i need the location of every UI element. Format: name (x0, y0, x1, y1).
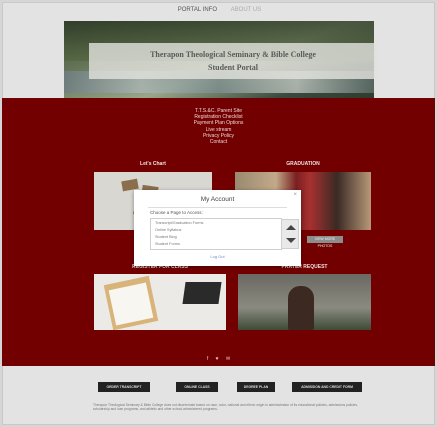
top-navigation: PORTAL INFO ABOUT US (3, 7, 436, 13)
hero-title-box: Therapon Theological Seminary & Bible Co… (89, 43, 377, 79)
option-student-blog[interactable]: Student Blog (155, 235, 177, 239)
close-icon[interactable]: × (293, 192, 297, 198)
link-contact[interactable]: Contact (2, 139, 435, 145)
option-syllabus[interactable]: Online Syllabus (155, 228, 181, 232)
hero-title-line2: Student Portal (208, 63, 258, 72)
prayer-photo[interactable] (238, 274, 371, 330)
clipboard-paper (108, 282, 154, 326)
footer-buttons: ORDER TRANSCRIPT ONLINE CLASS DEGREE PLA… (0, 382, 437, 392)
list-scrollbar[interactable] (281, 219, 299, 249)
view-more-photos-button[interactable]: VIEW MORE PHOTOS (307, 236, 343, 248)
order-transcript-button[interactable]: ORDER TRANSCRIPT (98, 382, 150, 392)
footer-disclaimer: Therapon Theological Seminary & Bible Co… (93, 403, 358, 412)
option-student-forms[interactable]: Student Forms (155, 242, 180, 246)
register-photo[interactable] (94, 274, 226, 330)
laptop (182, 282, 222, 304)
praying-hands (288, 286, 314, 330)
scroll-up-icon[interactable] (286, 225, 296, 230)
scroll-down-icon[interactable] (286, 238, 296, 243)
hero-title-line1: Therapon Theological Seminary & Bible Co… (150, 50, 316, 59)
admission-credit-form-button[interactable]: ADMISSION AND CREDIT FORM (292, 382, 362, 392)
label-chart[interactable]: Let's Chart (94, 161, 212, 167)
modal-divider (148, 207, 287, 208)
heart-icon[interactable]: ♥ (216, 356, 219, 362)
social-links: f ♥ ✉ (2, 356, 435, 362)
modal-title: My Account (200, 196, 235, 203)
online-class-button[interactable]: ONLINE CLASS (176, 382, 218, 392)
modal-prompt: Choose a Page to Access: (150, 210, 203, 215)
email-icon[interactable]: ✉ (226, 356, 230, 362)
page-select-list[interactable]: Transcript/Graduation Forms Online Sylla… (150, 218, 299, 250)
log-out-link[interactable]: Log Out (134, 254, 301, 259)
nav-portal-info[interactable]: PORTAL INFO (178, 7, 217, 13)
nav-about-us[interactable]: ABOUT US (231, 7, 262, 13)
option-transcript[interactable]: Transcript/Graduation Forms (155, 221, 203, 225)
my-account-modal: My Account × Choose a Page to Access: Tr… (134, 190, 301, 266)
label-graduation[interactable]: GRADUATION (235, 161, 371, 167)
quick-links: T.T.S.&C. Parent Site Registration Check… (2, 108, 435, 145)
degree-plan-button[interactable]: DEGREE PLAN (237, 382, 275, 392)
facebook-icon[interactable]: f (207, 356, 208, 362)
